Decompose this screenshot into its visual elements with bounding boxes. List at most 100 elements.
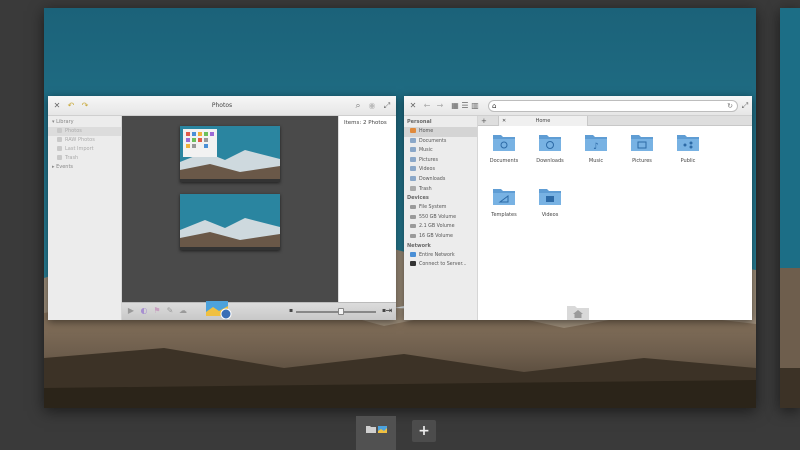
publish-icon[interactable]: ☁	[178, 306, 188, 316]
sidebar-item-downloads[interactable]: Downloads	[404, 175, 477, 185]
sidebar-header-devices: Devices	[407, 195, 429, 202]
network-icon	[410, 251, 416, 257]
photos-icon	[206, 301, 232, 320]
folder-pictures[interactable]: Pictures	[622, 132, 662, 164]
sidebar-item-last-import[interactable]: Last Import	[48, 145, 121, 154]
icon-view-icon[interactable]: ▦	[450, 96, 460, 116]
photos-toolbar: ▶ ◐ ⚑ ✎ ☁ ▪ ▪ ⇥	[122, 301, 396, 320]
forward-icon[interactable]: →	[435, 96, 445, 116]
home-icon[interactable]: ⌂	[492, 101, 496, 112]
wallpaper-image	[780, 8, 800, 408]
workspace-preview-next[interactable]	[780, 8, 800, 408]
sidebar-item-entire-network[interactable]: Entire Network	[404, 251, 477, 261]
list-view-icon[interactable]: ☰	[460, 96, 470, 116]
new-tab-icon[interactable]: +	[481, 116, 487, 126]
settings-icon[interactable]: ◉	[367, 96, 377, 116]
svg-text:♪: ♪	[593, 142, 599, 152]
photo-thumbnail[interactable]	[180, 194, 280, 250]
sidebar-item-file-system[interactable]: File System	[404, 203, 477, 213]
photos-window[interactable]: ✕ ↶ ↷ Photos ⌕ ◉ ⤢ ▾ Library Photos RAW …	[48, 96, 396, 320]
thumbnail-image	[180, 126, 280, 182]
flag-icon[interactable]: ⚑	[152, 306, 162, 316]
play-icon[interactable]: ▶	[126, 306, 136, 316]
photo-info-pane: Items: 2 Photos	[338, 116, 396, 302]
close-icon[interactable]: ✕	[408, 96, 418, 116]
items-count: Items: 2 Photos	[344, 120, 387, 126]
drive-icon	[410, 224, 416, 229]
folder-label: Videos	[541, 212, 559, 218]
sidebar-header-library[interactable]: ▾ Library	[48, 118, 121, 127]
folder-public[interactable]: Public	[668, 132, 708, 164]
sidebar-item-volume-550[interactable]: 550 GB Volume	[404, 213, 477, 223]
workspace-thumbnail-active[interactable]	[356, 416, 396, 450]
drive-icon	[410, 233, 416, 238]
videos-folder-icon	[539, 189, 561, 205]
home-icon	[410, 128, 416, 133]
photo-thumbnail[interactable]	[180, 126, 280, 182]
reload-icon[interactable]: ↻	[727, 101, 733, 112]
files-sidebar: Personal Home Documents Music Pictures V…	[404, 116, 478, 320]
close-tab-icon[interactable]: ✕	[502, 116, 506, 126]
pictures-folder-icon	[631, 135, 653, 151]
sidebar-item-trash[interactable]: Trash	[404, 185, 477, 195]
zoom-out-icon[interactable]: ▪	[286, 306, 296, 316]
documents-folder-icon	[493, 135, 515, 151]
column-view-icon[interactable]: ▥	[470, 96, 480, 116]
downloads-icon	[410, 175, 416, 181]
sidebar-item-pictures[interactable]: Pictures	[404, 156, 477, 166]
folder-label: Music	[588, 158, 604, 164]
location-bar[interactable]: ⌂ ↻	[488, 100, 738, 112]
files-window[interactable]: ✕ ← → ▦ ☰ ▥ ⌂ ↻ ⤢ Personal Home Document…	[404, 96, 752, 320]
sidebar-item-home[interactable]: Home	[404, 127, 477, 137]
folder-downloads[interactable]: Downloads	[530, 132, 570, 164]
downloads-folder-icon	[539, 135, 561, 151]
sidebar-header-personal: Personal	[407, 119, 432, 125]
zoom-slider-knob[interactable]	[338, 308, 344, 315]
folder-icon	[410, 137, 416, 143]
zoom-slider-track[interactable]	[296, 311, 376, 313]
maximize-icon[interactable]: ⤢	[382, 96, 392, 116]
sidebar-item-volume-16[interactable]: 16 GB Volume	[404, 232, 477, 242]
add-workspace-button[interactable]: +	[412, 420, 436, 442]
tab-bar: + ✕ Home	[478, 116, 752, 126]
rotate-icon[interactable]: ◐	[139, 306, 149, 316]
sidebar-item-trash[interactable]: Trash	[48, 154, 121, 163]
sidebar-header-network: Network	[407, 242, 431, 249]
drive-icon	[410, 205, 416, 210]
back-icon[interactable]: ←	[422, 96, 432, 116]
videos-icon	[410, 166, 416, 172]
maximize-icon[interactable]: ⤢	[740, 96, 750, 116]
tab-home[interactable]: ✕ Home	[498, 116, 588, 126]
files-titlebar[interactable]: ✕ ← → ▦ ☰ ▥ ⌂ ↻ ⤢	[404, 96, 752, 116]
music-icon	[410, 147, 416, 153]
sidebar-item-videos[interactable]: Videos	[404, 165, 477, 175]
files-app-icon[interactable]	[566, 304, 590, 320]
photos-sidebar: ▾ Library Photos RAW Photos Last Import …	[48, 116, 122, 320]
folder-label: Templates	[491, 212, 517, 218]
sidebar-item-connect-server[interactable]: Connect to Server...	[404, 260, 477, 270]
photo-app-icon[interactable]	[206, 301, 232, 320]
search-icon[interactable]: ⌕	[353, 96, 363, 116]
enhance-icon[interactable]: ✎	[165, 306, 175, 316]
photos-titlebar[interactable]: ✕ ↶ ↷ Photos ⌕ ◉ ⤢	[48, 96, 396, 116]
folder-view: Documents Downloads ♪ Music Pictures Pub…	[478, 126, 752, 320]
sidebar-header-events[interactable]: ▸ Events	[48, 163, 121, 172]
folder-templates[interactable]: Templates	[484, 186, 524, 218]
folder-label: Downloads	[536, 158, 564, 164]
folder-videos[interactable]: Videos	[530, 186, 570, 218]
folder-label: Documents	[489, 158, 519, 164]
sidebar-item-raw-photos[interactable]: RAW Photos	[48, 136, 121, 145]
sidebar-item-photos[interactable]: Photos	[48, 127, 121, 136]
folder-label: Public	[680, 158, 696, 164]
sidebar-item-volume-2-1[interactable]: 2.1 GB Volume	[404, 222, 477, 232]
workspace-apps-icon	[366, 426, 387, 433]
photo-grid	[122, 116, 338, 302]
folder-music[interactable]: ♪ Music	[576, 132, 616, 164]
sidebar-item-documents[interactable]: Documents	[404, 137, 477, 147]
sidebar-item-music[interactable]: Music	[404, 146, 477, 156]
folder-documents[interactable]: Documents	[484, 132, 524, 164]
fullscreen-icon[interactable]: ⇥	[384, 306, 394, 316]
music-folder-icon: ♪	[585, 135, 607, 152]
home-folder-icon	[567, 306, 589, 320]
workspace-preview[interactable]: ✕ ↶ ↷ Photos ⌕ ◉ ⤢ ▾ Library Photos RAW …	[44, 8, 756, 408]
